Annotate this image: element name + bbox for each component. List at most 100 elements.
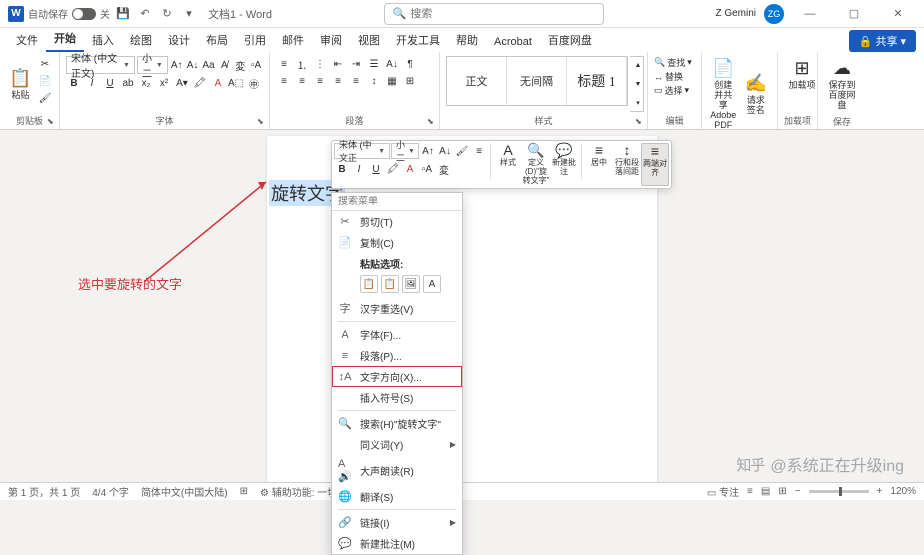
menu-new-comment[interactable]: 💬新建批注(M) [332, 533, 462, 554]
mini-size-combo[interactable]: 小二▼ [391, 143, 419, 159]
view-read-icon[interactable]: ≡ [747, 486, 753, 497]
align-left-icon[interactable]: ≡ [276, 73, 292, 89]
underline-icon[interactable]: U [102, 75, 118, 91]
tab-design[interactable]: 设计 [160, 28, 198, 52]
font-color-icon[interactable]: A [210, 75, 226, 91]
tab-review[interactable]: 审阅 [312, 28, 350, 52]
paragraph-launcher-icon[interactable]: ⬊ [427, 117, 437, 127]
copy-icon[interactable]: 📄 [37, 73, 53, 89]
bold-icon[interactable]: B [66, 75, 82, 91]
redo-icon[interactable]: ↻ [158, 5, 176, 23]
create-pdf-button[interactable]: 📄创建并共享 Adobe PDF [708, 56, 739, 132]
strike-icon[interactable]: ab [120, 75, 136, 91]
enclose-char-icon[interactable]: ㊥ [246, 75, 262, 91]
user-name[interactable]: Z Gemini [715, 8, 756, 19]
numbering-icon[interactable]: ⒈ [294, 56, 310, 72]
status-words[interactable]: 4/4 个字 [92, 484, 129, 499]
paste-keep-source-icon[interactable]: 📋 [360, 275, 378, 293]
mini-char-border-icon[interactable]: ▫A [419, 161, 435, 177]
gallery-down-icon[interactable]: ▼ [630, 76, 646, 92]
mini-font-combo[interactable]: 宋体 (中文正▼ [334, 143, 390, 159]
select-button[interactable]: ▭选择▾ [654, 84, 695, 97]
mini-grow-font-icon[interactable]: A↑ [420, 143, 436, 159]
tab-help[interactable]: 帮助 [448, 28, 486, 52]
menu-copy[interactable]: 📄复制(C) [332, 232, 462, 253]
save-icon[interactable]: 💾 [114, 5, 132, 23]
tab-acrobat[interactable]: Acrobat [486, 32, 540, 52]
mini-styles-button[interactable]: A样式 [494, 143, 522, 186]
replace-button[interactable]: ↔替换 [654, 70, 695, 83]
change-case-icon[interactable]: Aa [202, 57, 216, 73]
menu-link[interactable]: 🔗链接(I)▶ [332, 512, 462, 533]
menu-translate[interactable]: 🌐翻译(S) [332, 486, 462, 507]
save-baidu-button[interactable]: ☁保存到百度网盘 [824, 56, 860, 113]
line-spacing-icon[interactable]: ↕ [366, 73, 382, 89]
menu-search-input[interactable] [338, 196, 456, 207]
mini-phonetic-icon[interactable]: 変 [436, 161, 452, 177]
show-marks-icon[interactable]: ¶ [402, 56, 418, 72]
autosave-toggle[interactable]: 自动保存 关 [28, 6, 110, 21]
tab-layout[interactable]: 布局 [198, 28, 236, 52]
close-icon[interactable]: ✕ [880, 0, 916, 28]
char-shading-icon[interactable]: A⬚ [228, 75, 244, 91]
menu-paragraph[interactable]: ≡段落(P)... [332, 345, 462, 366]
tab-mailings[interactable]: 邮件 [274, 28, 312, 52]
share-button[interactable]: 🔒 共享 ▾ [849, 30, 916, 52]
tab-references[interactable]: 引用 [236, 28, 274, 52]
mini-newcomment-button[interactable]: 💬新建批注 [550, 143, 578, 186]
distribute-icon[interactable]: ≡ [348, 73, 364, 89]
tab-draw[interactable]: 绘图 [122, 28, 160, 52]
tab-file[interactable]: 文件 [8, 28, 46, 52]
mini-format-painter-icon[interactable]: 🖌 [454, 143, 470, 159]
menu-search[interactable] [332, 193, 462, 211]
tab-view[interactable]: 视图 [350, 28, 388, 52]
menu-reconvert[interactable]: 字汉字重选(V) [332, 297, 462, 319]
mini-underline-icon[interactable]: U [368, 161, 384, 177]
font-family-combo[interactable]: 宋体 (中文正文)▼ [66, 56, 135, 74]
view-web-icon[interactable]: ⊞ [778, 486, 786, 497]
status-page[interactable]: 第 1 页，共 1 页 [8, 484, 80, 499]
mini-font-color-icon[interactable]: A [402, 161, 418, 177]
gallery-more-icon[interactable]: ▾ [630, 95, 646, 111]
multilevel-icon[interactable]: ⋮ [312, 56, 328, 72]
menu-synonyms[interactable]: 同义词(Y)▶ [332, 434, 462, 455]
grow-font-icon[interactable]: A↑ [170, 57, 184, 73]
menu-font[interactable]: A字体(F)... [332, 324, 462, 345]
zoom-out-icon[interactable]: − [795, 486, 801, 497]
user-avatar[interactable]: ZG [764, 4, 784, 24]
style-nospacing[interactable]: 无间隔 [507, 57, 567, 105]
gallery-up-icon[interactable]: ▲ [630, 57, 646, 73]
menu-read-aloud[interactable]: A🔊大声朗读(R) [332, 455, 462, 486]
clipboard-launcher-icon[interactable]: ⬊ [47, 117, 57, 127]
align-center-icon[interactable]: ≡ [294, 73, 310, 89]
mini-highlight-icon[interactable]: 🖍 [385, 161, 401, 177]
menu-symbol[interactable]: 插入符号(S) [332, 387, 462, 408]
style-heading1[interactable]: 标题 1 [567, 57, 627, 105]
mini-shrink-font-icon[interactable]: A↓ [437, 143, 453, 159]
tab-baidu[interactable]: 百度网盘 [540, 28, 600, 52]
bullets-icon[interactable]: ≡ [276, 56, 292, 72]
qat-customize-icon[interactable]: ▾ [180, 5, 198, 23]
mini-bold-icon[interactable]: B [334, 161, 350, 177]
addins-button[interactable]: ⊞加载项 [784, 56, 820, 93]
clear-format-icon[interactable]: A̸ [217, 57, 231, 73]
minimize-icon[interactable]: — [792, 0, 828, 28]
format-painter-icon[interactable]: 🖌 [37, 90, 53, 106]
subscript-icon[interactable]: x₂ [138, 75, 154, 91]
paste-text-icon[interactable]: A [423, 275, 441, 293]
paste-merge-icon[interactable]: 📋 [381, 275, 399, 293]
asian-layout-icon[interactable]: ☰ [366, 56, 382, 72]
align-right-icon[interactable]: ≡ [312, 73, 328, 89]
request-sign-button[interactable]: ✍请求签名 [741, 56, 772, 132]
justify-icon[interactable]: ≡ [330, 73, 346, 89]
search-box[interactable]: 🔍 [384, 3, 604, 25]
italic-icon[interactable]: I [84, 75, 100, 91]
sort-icon[interactable]: A↓ [384, 56, 400, 72]
decrease-indent-icon[interactable]: ⇤ [330, 56, 346, 72]
status-focus[interactable]: ▭ 专注 [707, 484, 739, 499]
zoom-in-icon[interactable]: + [877, 486, 883, 497]
mini-spacing-button[interactable]: ↕行和段落间距 [613, 143, 641, 186]
status-lang[interactable]: 简体中文(中国大陆) [141, 484, 228, 499]
text-effects-icon[interactable]: A▾ [174, 75, 190, 91]
mini-bullets-icon[interactable]: ≡ [471, 143, 487, 159]
